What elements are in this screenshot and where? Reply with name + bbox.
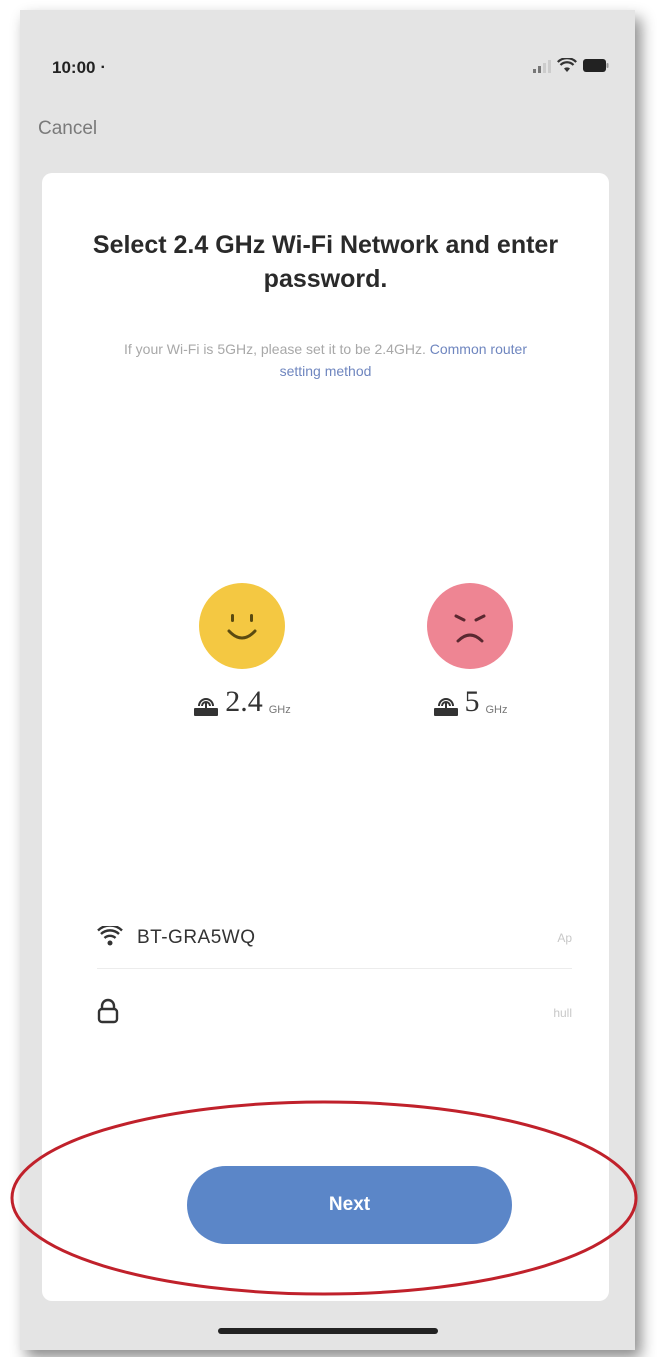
- change-network-link[interactable]: Ap: [557, 931, 572, 945]
- band-option-5ghz: 5 GHz: [400, 583, 540, 717]
- band-value: 5: [464, 685, 480, 718]
- network-ssid: BT-GRA5WQ: [137, 927, 256, 948]
- signal-icon: [533, 59, 551, 73]
- phone-screen: 10:00 ᐧ Cancel Select 2.4 GHz Wi-Fi Netw…: [20, 10, 635, 1350]
- cancel-button[interactable]: Cancel: [38, 118, 97, 140]
- happy-face-icon: [199, 583, 285, 669]
- router-icon: [433, 695, 459, 717]
- password-row: hull: [97, 983, 572, 1043]
- lock-icon: [97, 998, 137, 1029]
- band-label-2-4ghz: 2.4 GHz: [172, 687, 312, 717]
- home-indicator: [218, 1328, 438, 1334]
- band-label-5ghz: 5 GHz: [400, 687, 540, 717]
- page-title: Select 2.4 GHz Wi-Fi Network and enter p…: [92, 231, 559, 293]
- wifi-icon: [97, 923, 137, 951]
- band-option-2-4ghz: 2.4 GHz: [172, 583, 312, 717]
- sad-face-icon: [427, 583, 513, 669]
- band-value: 2.4: [225, 685, 263, 718]
- network-select-row[interactable]: BT-GRA5WQ Ap: [97, 908, 572, 969]
- status-bar: 10:00 ᐧ: [20, 10, 635, 105]
- next-button[interactable]: Next: [187, 1166, 512, 1244]
- band-unit: GHz: [268, 704, 291, 716]
- status-icons: [533, 58, 609, 73]
- subtitle-text: If your Wi-Fi is 5GHz, please set it to …: [123, 341, 430, 357]
- wifi-status-icon: [557, 58, 577, 73]
- password-visibility-toggle[interactable]: hull: [553, 1006, 572, 1020]
- band-unit: GHz: [485, 704, 508, 716]
- router-icon: [193, 695, 219, 717]
- password-input[interactable]: [137, 1001, 554, 1025]
- status-time: 10:00 ᐧ: [52, 58, 105, 77]
- wifi-setup-card: Select 2.4 GHz Wi-Fi Network and enter p…: [42, 173, 609, 1301]
- subtitle: If your Wi-Fi is 5GHz, please set it to …: [102, 338, 549, 382]
- battery-icon: [583, 59, 609, 72]
